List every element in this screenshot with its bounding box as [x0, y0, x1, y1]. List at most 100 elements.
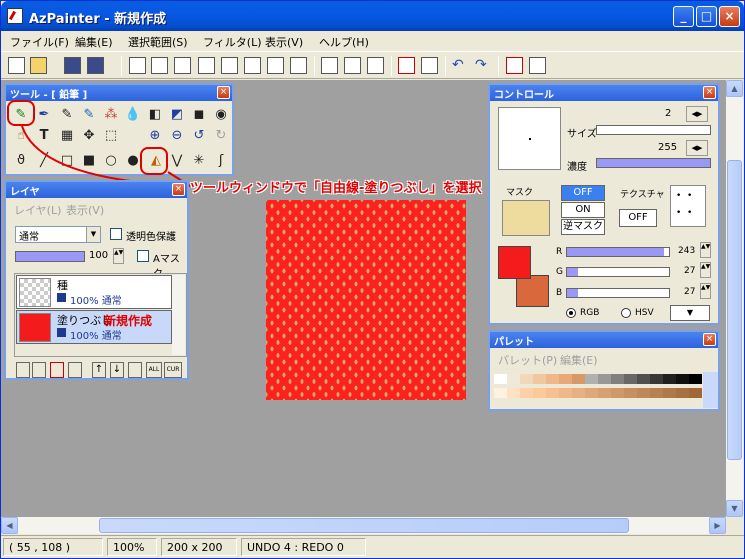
copy-layer-icon[interactable]: [32, 362, 46, 378]
menu-select[interactable]: 選択範囲(S): [128, 34, 188, 50]
move-tool-icon[interactable]: ✥: [79, 126, 99, 146]
rotate-icon[interactable]: ↺: [189, 126, 209, 146]
palette-swatch[interactable]: [585, 374, 598, 384]
layer-menu-layer[interactable]: レイヤ(L): [14, 202, 61, 218]
r-slider[interactable]: [566, 247, 670, 257]
reload-icon[interactable]: [421, 57, 438, 74]
palette-swatch[interactable]: [611, 374, 624, 384]
palette-swatch[interactable]: [676, 374, 689, 384]
layer-visible-icon[interactable]: [57, 293, 66, 302]
vertical-scrollbar[interactable]: ▲ ▼: [726, 80, 743, 517]
zoom-out-icon[interactable]: ⊖: [167, 126, 187, 146]
palette-swatch[interactable]: [585, 388, 598, 398]
palette-panel-title[interactable]: パレット: [490, 332, 718, 348]
palette-swatch[interactable]: [689, 374, 702, 384]
palette-swatch[interactable]: [663, 388, 676, 398]
main-color-swatch[interactable]: [498, 246, 531, 279]
g-slider[interactable]: [566, 267, 670, 277]
mask-color-swatch[interactable]: [502, 200, 550, 236]
g-spin-icon[interactable]: ▲▼: [700, 262, 711, 278]
dot-pen-tool-icon[interactable]: ⁂: [101, 105, 121, 125]
layer-item-seed[interactable]: 種 100% 通常: [16, 275, 172, 309]
tool-panel-close-icon[interactable]: ×: [217, 86, 230, 99]
sub-color-swatch[interactable]: [516, 275, 549, 307]
palette-swatch[interactable]: [494, 388, 507, 398]
palette-swatch[interactable]: [624, 374, 637, 384]
stamp-tool-icon[interactable]: ◉: [211, 105, 231, 125]
density-spin-icon[interactable]: ◀▶: [686, 140, 708, 156]
transparency-icon[interactable]: [344, 57, 361, 74]
palette-grid[interactable]: [494, 372, 702, 408]
palette-swatch[interactable]: [572, 388, 585, 398]
settings-icon[interactable]: [529, 57, 546, 74]
new-layer-icon[interactable]: [16, 362, 30, 378]
menu-edit[interactable]: 編集(E): [75, 34, 113, 50]
palette-swatch[interactable]: [546, 374, 559, 384]
palette-swatch[interactable]: [494, 374, 507, 384]
grid-icon[interactable]: [321, 57, 338, 74]
zoom-in-icon[interactable]: ⊕: [145, 126, 165, 146]
palette-swatch[interactable]: [650, 388, 663, 398]
layer-down-icon[interactable]: ↓: [110, 362, 124, 378]
palette-swatch[interactable]: [624, 388, 637, 398]
close-button[interactable]: ×: [719, 6, 740, 27]
layer-up-icon[interactable]: ↑: [92, 362, 106, 378]
pen-tool-icon[interactable]: ✒: [34, 105, 54, 125]
tool-panel-title[interactable]: ツール - [ 鉛筆 ]: [6, 85, 232, 101]
minimize-button[interactable]: _: [673, 6, 694, 27]
layer-list-scrollbar[interactable]: [172, 275, 185, 355]
rectangle-icon[interactable]: □: [57, 151, 77, 171]
palette-swatch[interactable]: [611, 388, 624, 398]
texture-off-button[interactable]: OFF: [619, 209, 657, 227]
airbrush-tool-icon[interactable]: ✎: [79, 105, 99, 125]
palette-menu-edit[interactable]: 編集(E): [560, 352, 598, 368]
rgb-radio[interactable]: [566, 308, 576, 318]
new-file-icon[interactable]: [8, 57, 25, 74]
toolbar-button-pv[interactable]: [267, 57, 284, 74]
toolbar-button-p[interactable]: [198, 57, 215, 74]
horizontal-scroll-thumb[interactable]: [99, 518, 629, 533]
water-drop-tool-icon[interactable]: 💧: [123, 105, 143, 125]
app-icon[interactable]: [7, 8, 23, 24]
palette-swatch[interactable]: [637, 374, 650, 384]
close-image-icon[interactable]: [398, 57, 415, 74]
polyline-icon[interactable]: ⋁: [167, 151, 187, 171]
toolbar-button-c[interactable]: [151, 57, 168, 74]
select-tool-icon[interactable]: ⬚: [101, 126, 121, 146]
texture-preview[interactable]: • • • •: [670, 185, 706, 227]
palette-swatch[interactable]: [533, 388, 546, 398]
finger-tool-icon[interactable]: ☝: [11, 126, 31, 146]
blend-mode-select[interactable]: 通常 ▼: [15, 226, 101, 243]
save-icon[interactable]: [64, 57, 81, 74]
amask-checkbox[interactable]: [137, 250, 149, 262]
palette-swatch[interactable]: [650, 374, 663, 384]
ellipse-icon[interactable]: ○: [101, 151, 121, 171]
print-icon[interactable]: [506, 57, 523, 74]
menu-view[interactable]: 表示(V): [265, 34, 303, 50]
gradient-tool-icon[interactable]: ▦: [57, 126, 77, 146]
size-spin-icon[interactable]: ◀▶: [686, 106, 708, 122]
palette-swatch[interactable]: [598, 374, 611, 384]
filled-rectangle-icon[interactable]: ■: [79, 151, 99, 171]
palette-swatch[interactable]: [572, 374, 585, 384]
mask-on-button[interactable]: ON: [561, 202, 605, 218]
layer-panel-title[interactable]: レイヤ: [6, 182, 187, 198]
menu-help[interactable]: ヘルプ(H): [319, 34, 369, 50]
eraser-tool-icon[interactable]: ◧: [145, 105, 165, 125]
scroll-left-arrow-icon[interactable]: ◀: [1, 517, 18, 534]
b-spin-icon[interactable]: ▲▼: [700, 283, 711, 299]
radial-line-icon[interactable]: ✳: [189, 151, 209, 171]
rotate-reset-icon[interactable]: ↻: [211, 126, 231, 146]
maximize-button[interactable]: □: [696, 6, 717, 27]
palette-swatch[interactable]: [533, 374, 546, 384]
toolbar-button-t[interactable]: [129, 57, 146, 74]
color-mode-dropdown-icon[interactable]: ▼: [670, 305, 710, 321]
palette-scrollbar[interactable]: [703, 372, 718, 408]
spline-icon[interactable]: ʃ: [211, 151, 231, 171]
palette-swatch[interactable]: [676, 388, 689, 398]
show-all-button[interactable]: ALL: [146, 362, 162, 378]
b-slider[interactable]: [566, 288, 670, 298]
palette-panel-close-icon[interactable]: ×: [703, 333, 716, 346]
opacity-spin-icon[interactable]: ▲▼: [113, 248, 124, 264]
inverse-mask-button[interactable]: 逆マスク: [561, 219, 605, 235]
